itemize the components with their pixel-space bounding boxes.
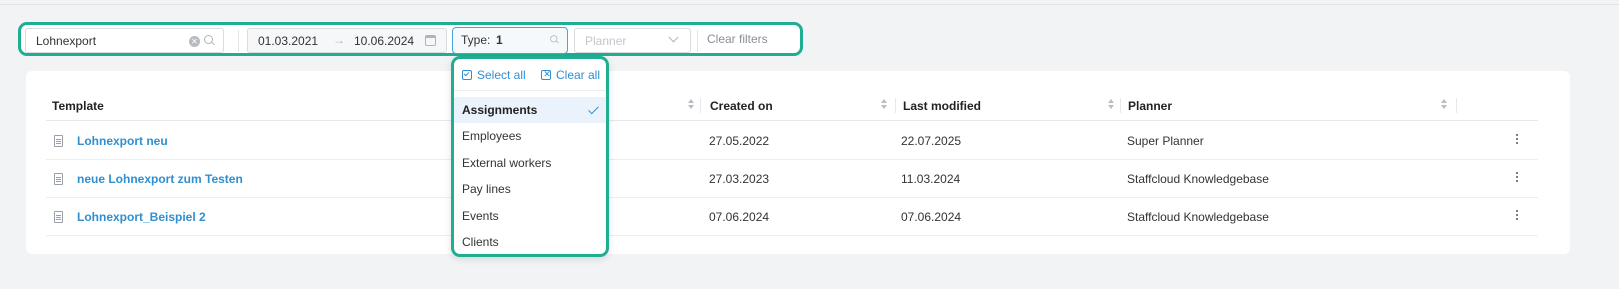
option-label: Pay lines xyxy=(462,182,511,196)
column-divider xyxy=(1120,98,1121,113)
chevron-down-icon xyxy=(668,32,679,43)
divider xyxy=(697,30,698,52)
table-row[interactable]: Lohnexport_Beispiel 2 07.06.2024 07.06.2… xyxy=(46,198,1538,236)
clear-all-button[interactable]: ✕ Clear all xyxy=(541,68,600,82)
date-start[interactable]: 01.03.2021 xyxy=(258,34,318,48)
checkbox-x-icon: ✕ xyxy=(541,69,551,80)
type-option-external-workers[interactable]: External workers xyxy=(454,150,606,176)
created-on-cell: 27.03.2023 xyxy=(709,172,770,186)
type-label: Type: xyxy=(461,33,491,47)
type-option-employees[interactable]: Employees xyxy=(454,123,606,149)
table-row[interactable]: neue Lohnexport zum Testen 27.03.2023 11… xyxy=(46,160,1538,198)
arrow-right-icon: → xyxy=(333,33,345,47)
type-option-events[interactable]: Events xyxy=(454,203,606,229)
document-icon xyxy=(54,173,63,185)
column-divider xyxy=(895,98,896,113)
dropdown-actions: Select all ✕ Clear all xyxy=(462,68,602,86)
planner-placeholder: Planner xyxy=(585,34,627,48)
column-header-created-on[interactable]: Created on xyxy=(710,99,773,113)
more-options-icon[interactable] xyxy=(1516,210,1519,222)
option-label: Assignments xyxy=(462,103,538,117)
planner-filter-select[interactable]: Planner xyxy=(574,28,691,53)
sort-icon[interactable] xyxy=(688,99,696,111)
type-option-clients[interactable]: Clients xyxy=(454,229,606,255)
planner-cell: Staffcloud Knowledgebase xyxy=(1127,210,1269,224)
type-dropdown-menu: Select all ✕ Clear all Assignments Employ… xyxy=(451,56,609,257)
planner-cell: Staffcloud Knowledgebase xyxy=(1127,172,1269,186)
option-label: Employees xyxy=(462,129,522,143)
search-value[interactable]: Lohnexport xyxy=(36,34,96,48)
sort-icon[interactable] xyxy=(1108,99,1116,111)
clear-all-label: Clear all xyxy=(556,68,601,82)
type-count: 1 xyxy=(496,33,503,47)
table-row[interactable]: Lohnexport neu 27.05.2022 22.07.2025 Sup… xyxy=(46,122,1538,160)
document-icon xyxy=(54,135,63,147)
template-name-link[interactable]: Lohnexport neu xyxy=(77,134,168,148)
select-all-label: Select all xyxy=(477,68,526,82)
divider xyxy=(454,90,606,91)
more-options-icon[interactable] xyxy=(1516,134,1519,146)
templates-card: Template Created on Last modified Planne… xyxy=(26,71,1570,254)
search-icon xyxy=(204,35,216,47)
column-divider xyxy=(700,98,701,113)
last-modified-cell: 07.06.2024 xyxy=(901,210,962,224)
template-name-link[interactable]: Lohnexport_Beispiel 2 xyxy=(77,210,206,224)
date-end[interactable]: 10.06.2024 xyxy=(354,34,414,48)
search-icon xyxy=(550,35,560,45)
column-header-last-modified[interactable]: Last modified xyxy=(903,99,981,113)
divider xyxy=(238,30,239,52)
search-input[interactable]: Lohnexport ✕ xyxy=(25,28,224,53)
select-all-button[interactable]: Select all xyxy=(462,68,526,82)
type-option-pay-lines[interactable]: Pay lines xyxy=(454,176,606,202)
calendar-icon[interactable] xyxy=(425,35,436,46)
clear-filters-button[interactable]: Clear filters xyxy=(707,32,768,46)
document-icon xyxy=(54,211,63,223)
option-label: Clients xyxy=(462,235,499,249)
checkbox-checked-icon xyxy=(462,70,472,80)
option-label: Events xyxy=(462,209,499,223)
created-on-cell: 07.06.2024 xyxy=(709,210,770,224)
last-modified-cell: 22.07.2025 xyxy=(901,134,962,148)
sort-icon[interactable] xyxy=(1441,99,1449,111)
last-modified-cell: 11.03.2024 xyxy=(901,172,961,186)
created-on-cell: 27.05.2022 xyxy=(709,134,770,148)
filter-bar: Lohnexport ✕ 01.03.2021 → 10.06.2024 Typ… xyxy=(18,22,803,56)
column-header-template[interactable]: Template xyxy=(52,99,104,113)
template-name-link[interactable]: neue Lohnexport zum Testen xyxy=(77,172,243,186)
check-icon xyxy=(588,103,599,115)
type-filter-select[interactable]: Type: 1 xyxy=(452,27,568,54)
more-options-icon[interactable] xyxy=(1516,172,1519,184)
table-header: Template Created on Last modified Planne… xyxy=(46,90,1538,121)
date-range-picker[interactable]: 01.03.2021 → 10.06.2024 xyxy=(247,28,447,53)
sort-icon[interactable] xyxy=(881,99,889,111)
column-header-planner[interactable]: Planner xyxy=(1128,99,1172,113)
column-divider xyxy=(1456,98,1457,113)
clear-search-icon[interactable]: ✕ xyxy=(189,36,200,47)
option-label: External workers xyxy=(462,156,552,170)
planner-cell: Super Planner xyxy=(1127,134,1204,148)
top-divider xyxy=(0,4,1619,5)
type-option-assignments[interactable]: Assignments xyxy=(454,97,606,123)
